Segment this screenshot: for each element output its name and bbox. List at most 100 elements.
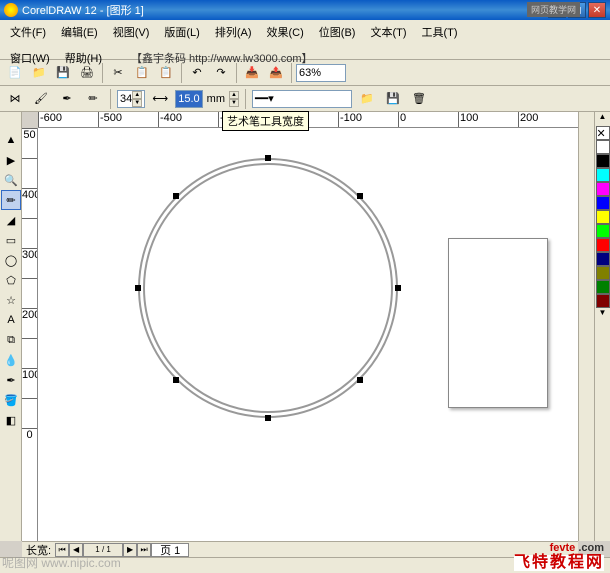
down-icon[interactable]: ▼	[132, 99, 142, 107]
freehand-tool[interactable]: ✏	[1, 190, 21, 210]
swatch[interactable]	[596, 252, 610, 266]
swatch[interactable]	[596, 294, 610, 308]
width-lock-icon[interactable]: ⟷	[149, 88, 171, 110]
eyedrop-icon: 💧	[4, 354, 18, 367]
close-button[interactable]: ✕	[588, 2, 606, 18]
copy-button[interactable]: 📋	[131, 62, 153, 84]
delete-preset-button[interactable]: 🗑	[408, 88, 430, 110]
undo-button[interactable]: ↶	[186, 62, 208, 84]
save-preset-button[interactable]: 💾	[382, 88, 404, 110]
shapes-icon: ☆	[6, 294, 16, 307]
stroke-list-combo[interactable]: ━━▾	[252, 90, 352, 108]
handle-w[interactable]	[135, 285, 141, 291]
menu-tools[interactable]: 工具(T)	[416, 22, 464, 42]
scrollbar-v[interactable]	[578, 112, 594, 541]
new-button[interactable]: 📄	[4, 62, 26, 84]
width-unit: mm	[207, 93, 225, 105]
selection-circle[interactable]	[138, 158, 398, 418]
shape-icon: ▶	[7, 154, 15, 167]
brush-tool-icon[interactable]: 🖌	[30, 88, 52, 110]
sprayer-tool-icon[interactable]: ✒	[56, 88, 78, 110]
print-icon: 🖨	[80, 66, 94, 79]
browse-button[interactable]: 📁	[356, 88, 378, 110]
new-icon: 📄	[8, 66, 22, 79]
handle-e[interactable]	[395, 285, 401, 291]
color-palette: ▲ ✕ ▼	[594, 112, 610, 541]
swatch[interactable]	[596, 280, 610, 294]
open-button[interactable]: 📁	[28, 62, 50, 84]
paste-icon: 📋	[159, 66, 173, 79]
swatch-none[interactable]: ✕	[596, 126, 610, 140]
cut-button[interactable]: ✂	[107, 62, 129, 84]
menu-bitmap[interactable]: 位图(B)	[313, 22, 362, 42]
swatch[interactable]	[596, 140, 610, 154]
polygon-icon: ⬠	[6, 274, 16, 287]
pick-tool[interactable]: ▲	[1, 130, 21, 150]
shapes-tool[interactable]: ☆	[1, 290, 21, 310]
rect-tool[interactable]: ▭	[1, 230, 21, 250]
zoom-combo[interactable]: 63%	[296, 64, 346, 82]
watermark-top: 网页教学网	[527, 2, 580, 17]
preset-tool-icon[interactable]: ⋈	[4, 88, 26, 110]
menu-effects[interactable]: 效果(C)	[261, 22, 310, 42]
swatch[interactable]	[596, 168, 610, 182]
handle-ne[interactable]	[357, 193, 363, 199]
palette-down[interactable]: ▼	[595, 308, 610, 322]
paste-button[interactable]: 📋	[155, 62, 177, 84]
blend-icon: ⧉	[7, 334, 15, 347]
ifill-tool[interactable]: ◧	[1, 410, 21, 430]
calligraphy-tool-icon[interactable]: ✏	[82, 88, 104, 110]
zoom-tool[interactable]: 🔍	[1, 170, 21, 190]
handle-se[interactable]	[357, 377, 363, 383]
handle-s[interactable]	[265, 415, 271, 421]
palette-up[interactable]: ▲	[595, 112, 610, 126]
up-icon[interactable]: ▲	[229, 91, 239, 99]
handle-n[interactable]	[265, 155, 271, 161]
page-last[interactable]: ⏭	[137, 543, 151, 557]
page-boundary	[448, 238, 548, 408]
blend-tool[interactable]: ⧉	[1, 330, 21, 350]
redo-icon: ↷	[216, 66, 225, 79]
text-tool[interactable]: A	[1, 310, 21, 330]
swatch[interactable]	[596, 182, 610, 196]
handle-sw[interactable]	[173, 377, 179, 383]
menu-file[interactable]: 文件(F)	[4, 22, 52, 42]
open-icon: 📁	[32, 66, 46, 79]
swatch[interactable]	[596, 224, 610, 238]
smart-tool[interactable]: ◢	[1, 210, 21, 230]
ellipse-tool[interactable]: ◯	[1, 250, 21, 270]
menu-text[interactable]: 文本(T)	[364, 22, 412, 42]
zoom-icon: 🔍	[4, 174, 18, 187]
swatch[interactable]	[596, 154, 610, 168]
save-button[interactable]: 💾	[52, 62, 74, 84]
menu-edit[interactable]: 编辑(E)	[55, 22, 104, 42]
import-button[interactable]: 📥	[241, 62, 263, 84]
copy-icon: 📋	[135, 66, 149, 79]
page-next[interactable]: ▶	[123, 543, 137, 557]
redo-button[interactable]: ↷	[210, 62, 232, 84]
ellipse-icon: ◯	[5, 254, 17, 267]
swatch[interactable]	[596, 210, 610, 224]
print-button[interactable]: 🖨	[76, 62, 98, 84]
tooltip: 艺术笔工具宽度	[222, 111, 309, 131]
fill-tool[interactable]: 🪣	[1, 390, 21, 410]
outline-tool[interactable]: ✒	[1, 370, 21, 390]
canvas[interactable]	[38, 128, 578, 541]
toolbox: ▲ ▶ 🔍 ✏ ◢ ▭ ◯ ⬠ ☆ A ⧉ 💧 ✒ 🪣 ◧	[0, 112, 22, 541]
page-tab[interactable]: 页 1	[151, 543, 189, 557]
swatch[interactable]	[596, 238, 610, 252]
polygon-tool[interactable]: ⬠	[1, 270, 21, 290]
handle-nw[interactable]	[173, 193, 179, 199]
width-spinner[interactable]: 15.0	[175, 90, 202, 108]
menu-layout[interactable]: 版面(L)	[158, 22, 205, 42]
eyedrop-tool[interactable]: 💧	[1, 350, 21, 370]
menu-arrange[interactable]: 排列(A)	[209, 22, 258, 42]
export-button[interactable]: 📤	[265, 62, 287, 84]
up-icon[interactable]: ▲	[132, 91, 142, 99]
menu-view[interactable]: 视图(V)	[107, 22, 156, 42]
shape-tool[interactable]: ▶	[1, 150, 21, 170]
stroke-spinner[interactable]: 34▲▼	[117, 90, 145, 108]
swatch[interactable]	[596, 266, 610, 280]
down-icon[interactable]: ▼	[229, 99, 239, 107]
swatch[interactable]	[596, 196, 610, 210]
